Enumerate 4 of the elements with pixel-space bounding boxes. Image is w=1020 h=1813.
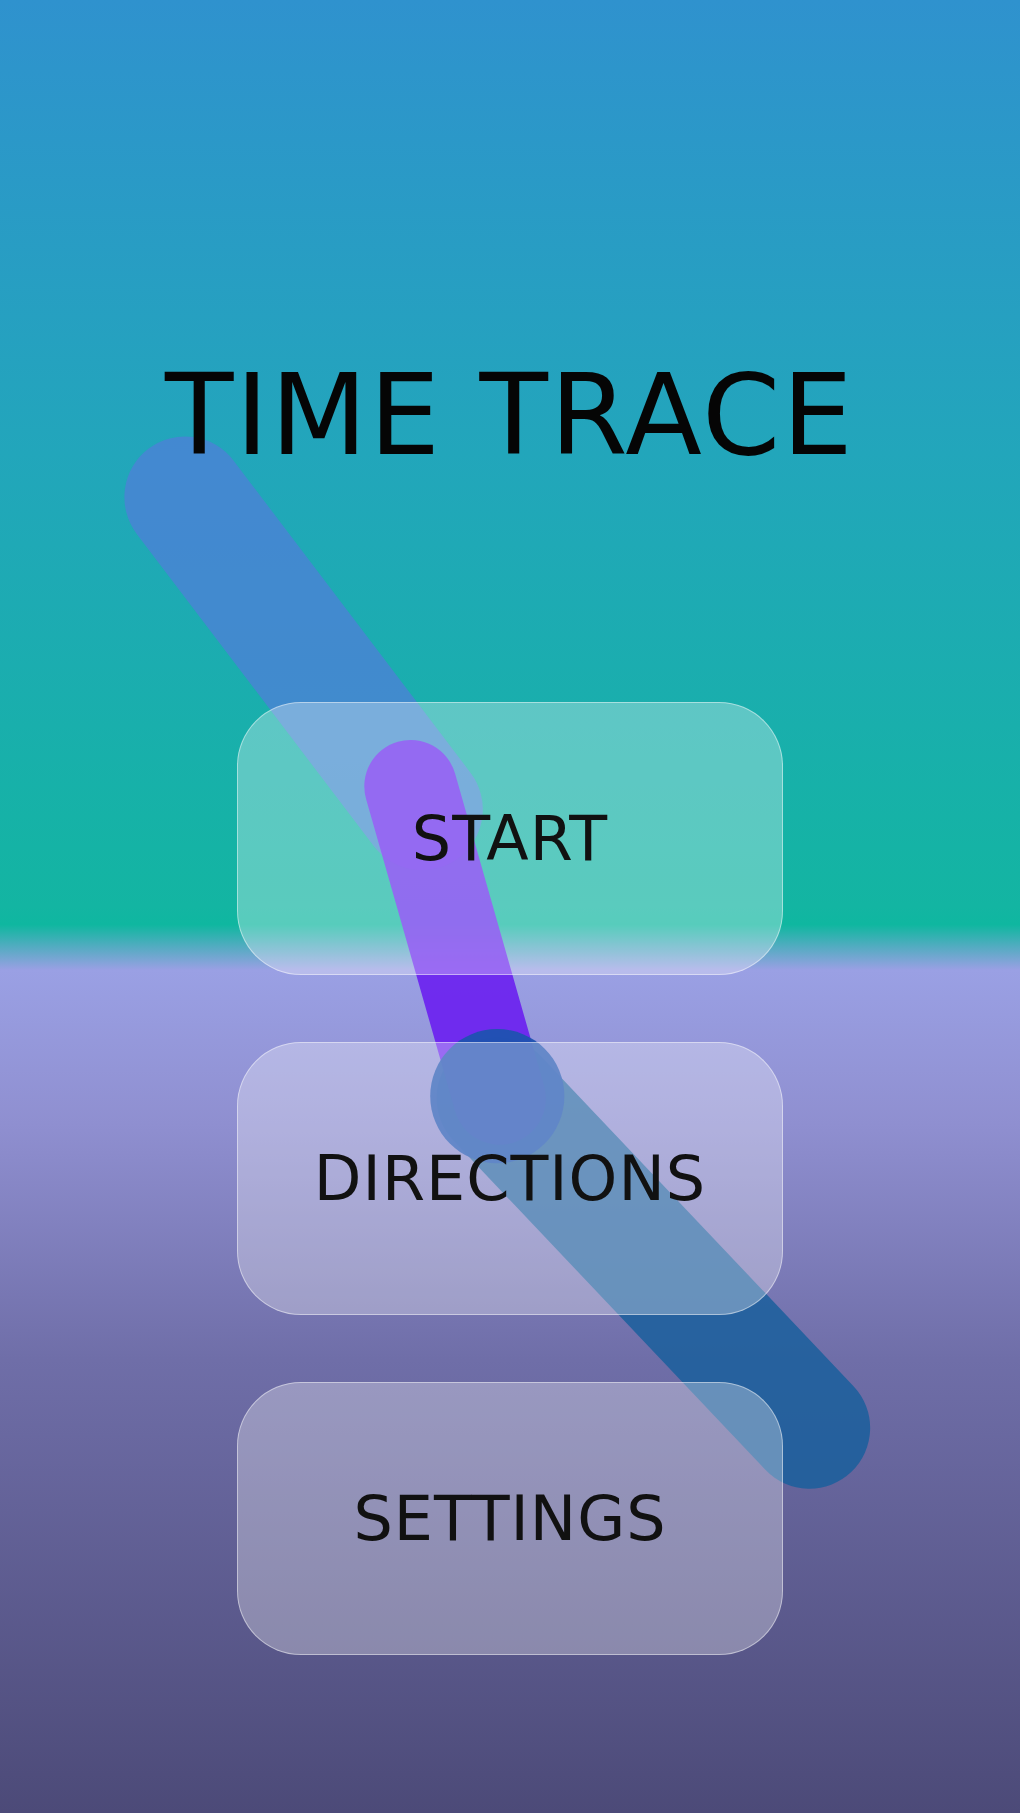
menu-button[interactable]: DIRECTIONS	[237, 1042, 783, 1315]
menu-button[interactable]: START	[237, 702, 783, 975]
app-title: TIME TRACE	[165, 349, 855, 482]
menu-button[interactable]: SETTINGS	[237, 1382, 783, 1655]
